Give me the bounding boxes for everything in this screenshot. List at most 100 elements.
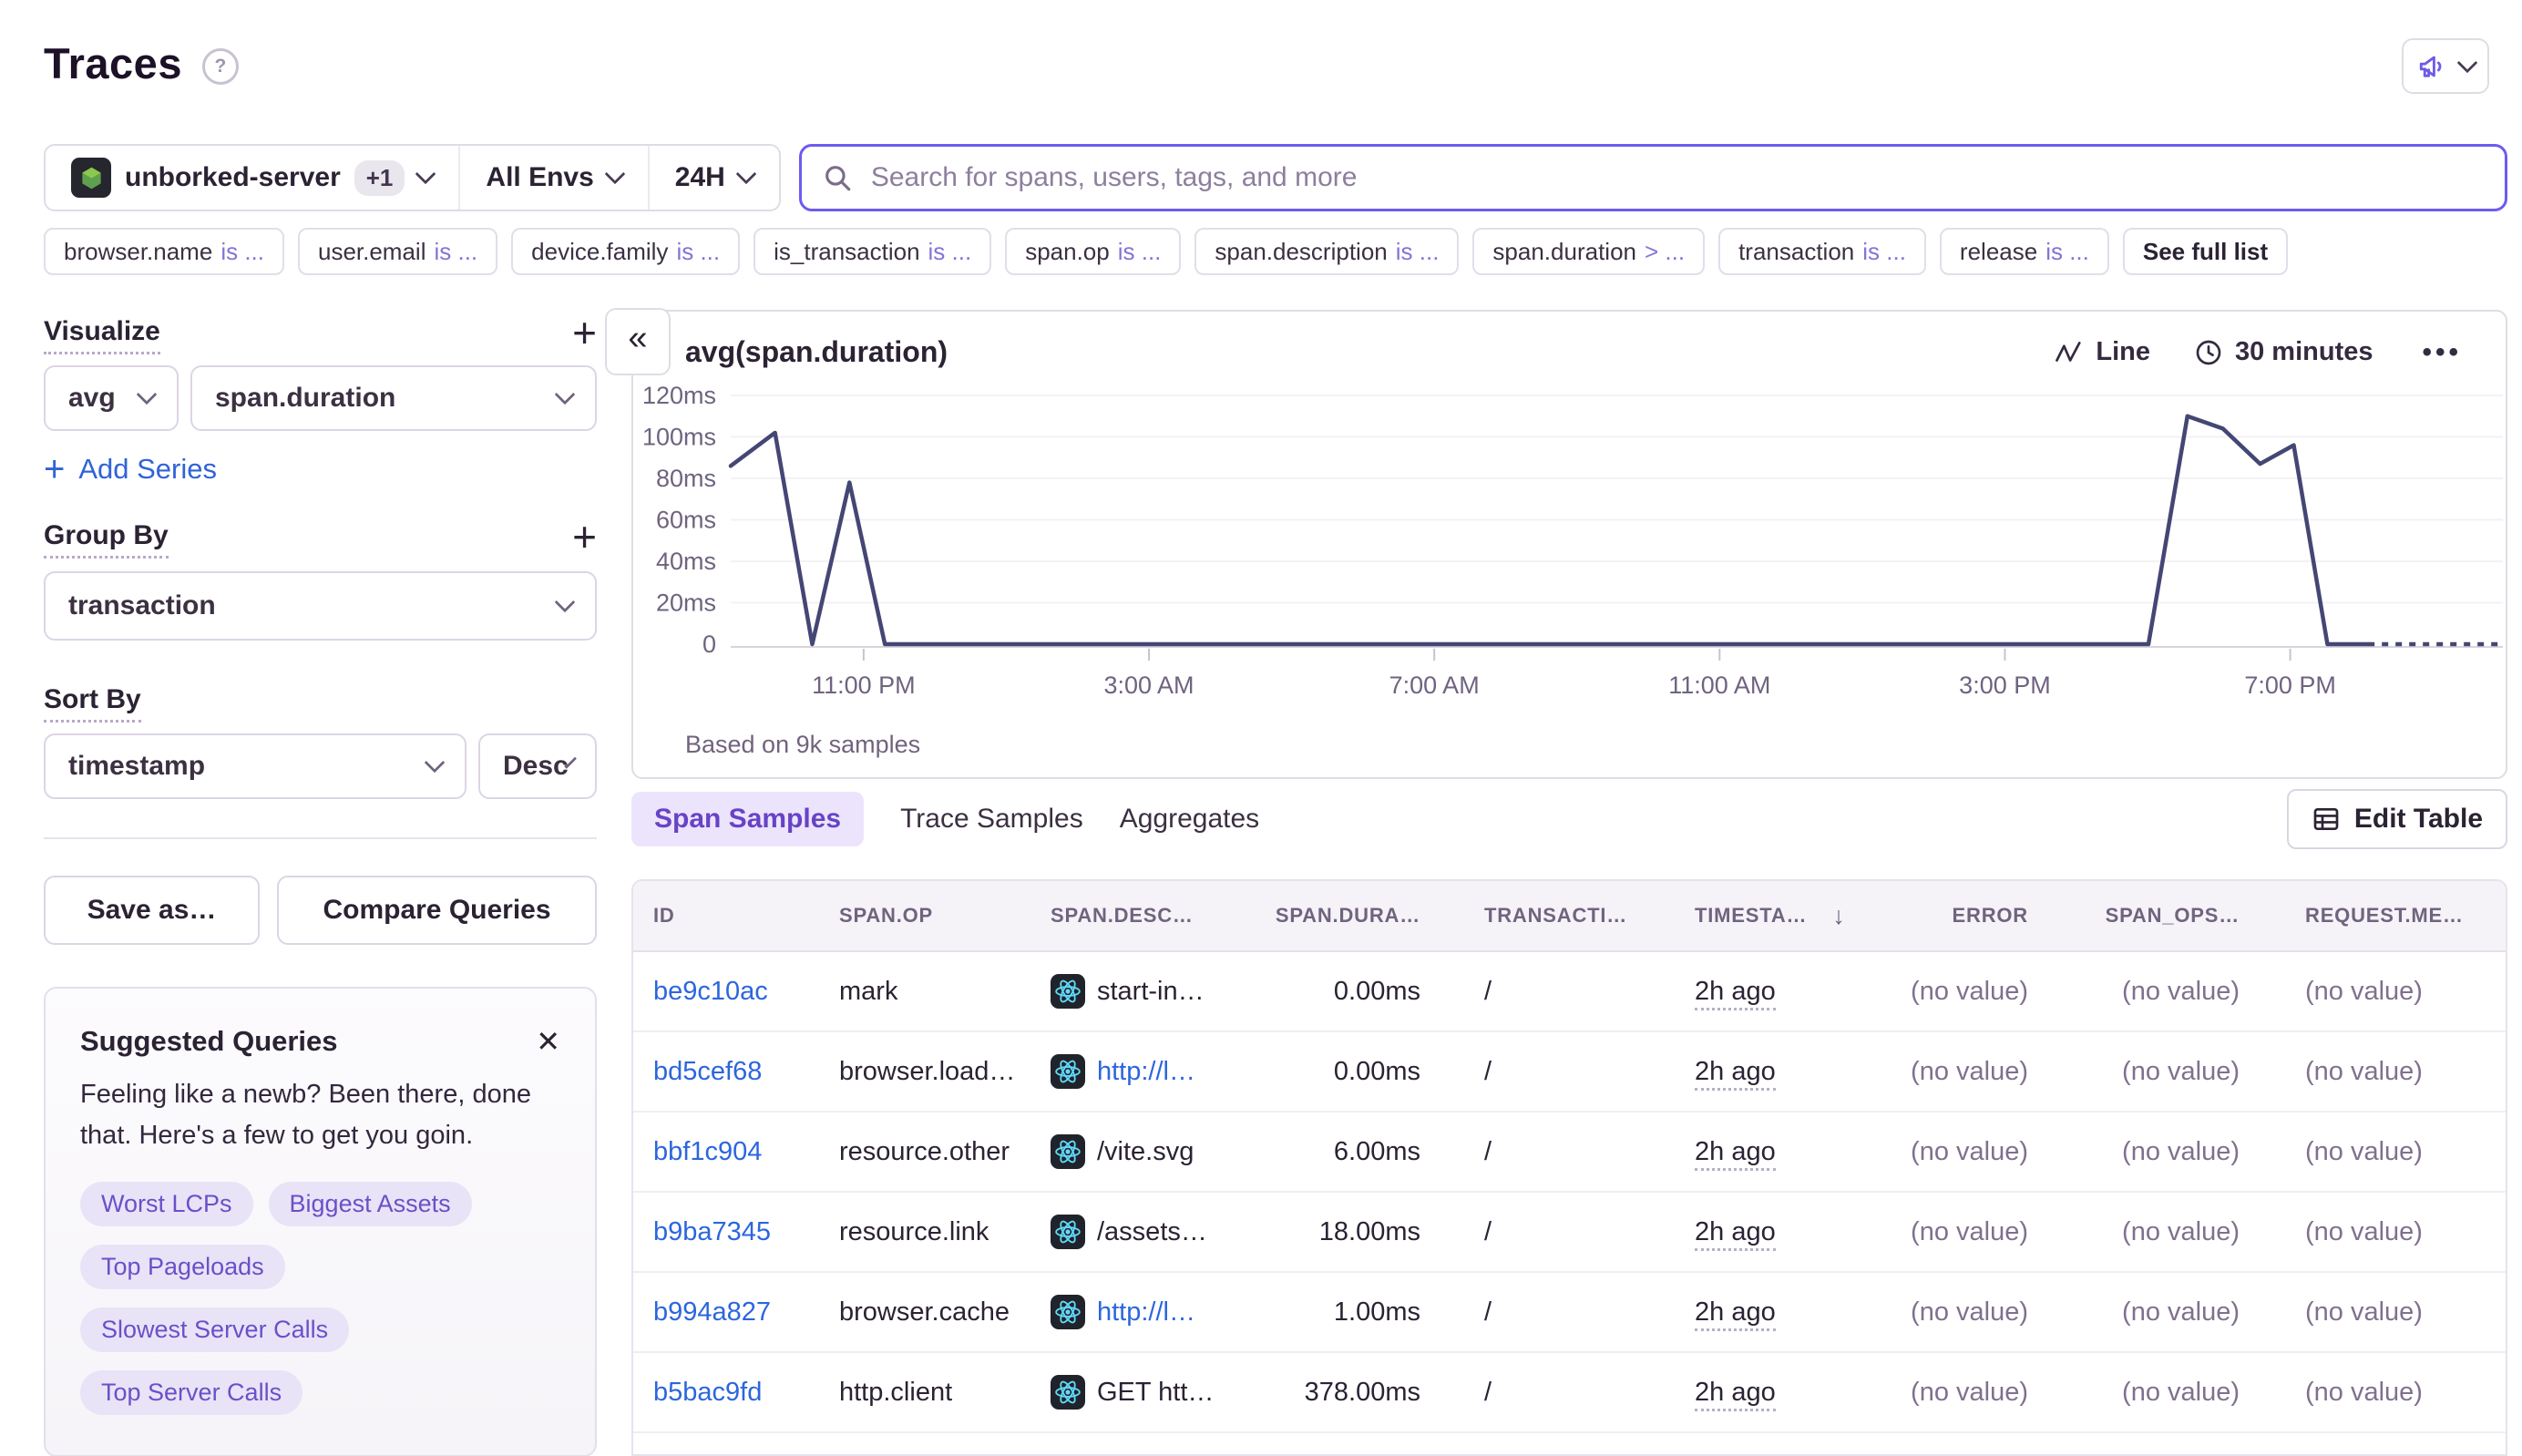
column-header-span-desc-[interactable]: SPAN.DESC… — [1040, 904, 1258, 928]
overflow-menu-icon[interactable]: ••• — [2416, 336, 2467, 369]
column-header-timesta-[interactable]: TIMESTA… ↓ — [1643, 902, 1861, 930]
results-tabs: Span Samples Trace Samples Aggregates — [631, 792, 1259, 846]
suggested-query-top-server-calls[interactable]: Top Server Calls — [80, 1369, 303, 1415]
add-series-button[interactable]: + Add Series — [44, 451, 217, 487]
cell-transaction: / — [1431, 977, 1643, 1007]
span-ops-value: (no value) — [2122, 1297, 2240, 1327]
suggested-query-biggest-assets[interactable]: Biggest Assets — [268, 1181, 472, 1226]
filter-chip-user.email[interactable]: user.email is ... — [297, 228, 498, 275]
column-label: SPAN.DESC… — [1051, 904, 1194, 927]
project-selector[interactable]: unborked-server +1 — [46, 146, 458, 210]
timestamp-value[interactable]: 2h ago — [1695, 1377, 1776, 1411]
column-label: ERROR — [1952, 904, 2028, 927]
tab-trace-samples[interactable]: Trace Samples — [900, 792, 1083, 846]
cell-transaction: / — [1431, 1378, 1643, 1408]
filter-chip-op: is ... — [1117, 237, 1162, 265]
collapse-panel-button[interactable]: « — [605, 308, 671, 375]
cell-transaction: / — [1431, 1137, 1643, 1167]
table-row[interactable]: b9ba7345 resource.link/assets… 18.00ms / 2h … — [633, 1193, 2506, 1273]
timestamp-value[interactable]: 2h ago — [1695, 1297, 1776, 1331]
cell-timestamp: 2h ago — [1643, 1377, 1861, 1411]
cell-error: (no value) — [1861, 977, 2052, 1007]
feedback-button[interactable] — [2402, 38, 2489, 94]
panel-divider — [44, 837, 597, 839]
span-id-link[interactable]: bbf1c904 — [653, 1137, 762, 1166]
time-range-selector[interactable]: 24H — [647, 146, 779, 210]
filter-chip-key: device.family — [531, 237, 669, 265]
table-row[interactable]: bbf1c904 resource.other/vite.svg 6.00ms / 2h… — [633, 1113, 2506, 1193]
filter-chip-browser.name[interactable]: browser.name is ... — [44, 228, 284, 275]
span-id-link[interactable]: b994a827 — [653, 1297, 771, 1327]
sort-field-select[interactable]: timestamp — [44, 733, 466, 799]
column-header-request-me-[interactable]: REQUEST.ME… — [2252, 904, 2506, 928]
span-id-link[interactable]: b5bac9fd — [653, 1378, 762, 1407]
span-id-link[interactable]: b9ba7345 — [653, 1217, 771, 1246]
suggested-query-worst-lcps[interactable]: Worst LCPs — [80, 1181, 253, 1226]
span-ops-value: (no value) — [2122, 1056, 2240, 1086]
environment-selector[interactable]: All Envs — [458, 146, 647, 210]
cell-span-ops: (no value) — [2052, 977, 2252, 1007]
filter-chip-release[interactable]: release is ... — [1939, 228, 2109, 275]
filter-chip-span.duration[interactable]: span.duration > ... — [1472, 228, 1706, 275]
filter-chip-key: span.op — [1025, 237, 1110, 265]
filter-chip-span.description[interactable]: span.description is ... — [1194, 228, 1460, 275]
y-axis-tick: 20ms — [656, 590, 716, 617]
span-duration-value: 1.00ms — [1333, 1297, 1420, 1327]
error-value: (no value) — [1911, 1297, 2028, 1327]
table-row[interactable]: bd5cef68 browser.load… http://l… 0.00ms / 2h … — [633, 1032, 2506, 1113]
column-header-span-dura-[interactable]: SPAN.DURA… — [1258, 904, 1431, 928]
suggested-query-top-pageloads[interactable]: Top Pageloads — [80, 1244, 285, 1289]
cell-request-method: (no value) — [2252, 1217, 2506, 1247]
add-visualize-button[interactable]: + — [572, 312, 597, 354]
table-row[interactable]: b994a827 browser.cache http://l… 1.00ms / 2h … — [633, 1273, 2506, 1353]
filter-chip-span.op[interactable]: span.op is ... — [1005, 228, 1182, 275]
span-description-link[interactable]: http://l… — [1097, 1057, 1195, 1087]
table-row[interactable]: b5bac9fd http.client GET htt… 378.00ms / 2h a… — [633, 1353, 2506, 1433]
search-input[interactable] — [868, 161, 2485, 194]
span-description-link[interactable]: http://l… — [1097, 1297, 1195, 1328]
save-as-button[interactable]: Save as… — [44, 876, 260, 945]
filter-chip-device.family[interactable]: device.family is ... — [511, 228, 741, 275]
chart-header: avg(span.duration) Line 30 minutes ••• — [685, 335, 2467, 369]
cell-span-duration: 6.00ms — [1258, 1137, 1431, 1167]
duration-line-chart[interactable]: 120ms 100ms 80ms 60ms 40ms 20ms 0 11:00 PM 3:00 … — [633, 385, 2503, 706]
span-ops-value: (no value) — [2122, 1377, 2240, 1407]
cell-span-description: /assets… — [1040, 1215, 1258, 1249]
field-select[interactable]: span.duration — [190, 365, 597, 431]
suggested-query-slowest-server-calls[interactable]: Slowest Server Calls — [80, 1307, 350, 1352]
span-op-value: browser.load… — [839, 1056, 1016, 1086]
column-header-error[interactable]: ERROR — [1861, 904, 2052, 928]
filter-chip-transaction[interactable]: transaction is ... — [1718, 228, 1926, 275]
filter-chip-is_transaction[interactable]: is_transaction is ... — [754, 228, 992, 275]
close-icon[interactable]: ✕ — [536, 1027, 560, 1056]
sort-direction-select[interactable]: Desc — [478, 733, 597, 799]
column-header-transacti-[interactable]: TRANSACTI… — [1431, 904, 1643, 928]
timestamp-value[interactable]: 2h ago — [1695, 1216, 1776, 1251]
table-row[interactable]: be9c10ac mark start-in… 0.00ms / 2h ago (no va… — [633, 952, 2506, 1032]
group-by-label: Group By — [44, 520, 169, 559]
column-header-span-op[interactable]: SPAN.OP — [826, 904, 1040, 928]
timestamp-value[interactable]: 2h ago — [1695, 976, 1776, 1010]
table-row[interactable]: b41bfb26resource.ifra…https://…276.00ms/… — [633, 1433, 2506, 1454]
group-by-select[interactable]: transaction — [44, 571, 597, 641]
span-id-link[interactable]: bd5cef68 — [653, 1057, 762, 1086]
chart-type-button[interactable]: Line — [2055, 337, 2150, 367]
tab-aggregates[interactable]: Aggregates — [1120, 792, 1259, 846]
aggregate-value: avg — [68, 383, 116, 413]
compare-queries-button[interactable]: Compare Queries — [277, 876, 597, 945]
tab-span-samples[interactable]: Span Samples — [631, 792, 865, 846]
timestamp-value[interactable]: 2h ago — [1695, 1056, 1776, 1091]
timestamp-value[interactable]: 2h ago — [1695, 1136, 1776, 1171]
span-id-link[interactable]: be9c10ac — [653, 977, 768, 1006]
add-group-by-button[interactable]: + — [572, 516, 597, 558]
aggregate-select[interactable]: avg — [44, 365, 179, 431]
chart-type-label: Line — [2096, 337, 2150, 366]
column-header-span-ops-[interactable]: SPAN_OPS… — [2052, 904, 2252, 928]
edit-table-button[interactable]: Edit Table — [2286, 789, 2507, 849]
column-header-id[interactable]: ID — [633, 904, 826, 928]
see-full-list-button[interactable]: See full list — [2122, 228, 2289, 275]
interval-button[interactable]: 30 minutes — [2194, 337, 2373, 367]
suggested-queries-head: Suggested Queries ✕ — [80, 1025, 560, 1058]
help-icon[interactable]: ? — [201, 47, 239, 85]
search-icon — [825, 166, 851, 191]
